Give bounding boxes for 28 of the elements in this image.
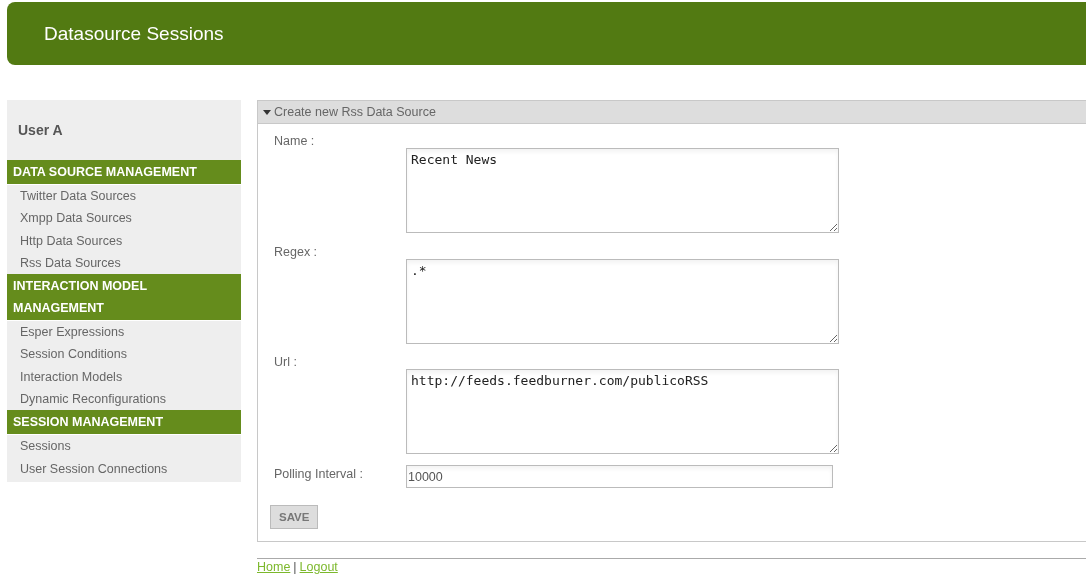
sidebar-link[interactable]: User Session Connections — [7, 457, 241, 480]
sidebar-link[interactable]: Sessions — [7, 435, 241, 458]
user-name: User A — [17, 121, 64, 140]
sidebar-link[interactable]: Xmpp Data Sources — [7, 207, 241, 230]
input-field[interactable]: 10000 — [406, 465, 833, 488]
field-label: Polling Interval : — [273, 466, 364, 483]
section-heading: DATA SOURCE MANAGEMENT — [7, 160, 241, 185]
sidebar-link[interactable]: Session Conditions — [7, 343, 241, 366]
page-title: Datasource Sessions — [44, 22, 224, 45]
panel-title: Create new Rss Data Source — [274, 105, 436, 119]
panel-header[interactable]: Create new Rss Data Source — [258, 101, 1086, 124]
field-label: Url : — [273, 355, 298, 371]
sidebar-link[interactable]: Twitter Data Sources — [7, 185, 241, 208]
sidebar-link[interactable]: Rss Data Sources — [7, 251, 241, 275]
link-separator: | — [293, 560, 297, 574]
field-label: Regex : — [273, 245, 319, 261]
text-area[interactable]: .* — [406, 259, 839, 344]
caret-icon — [263, 109, 271, 115]
field-label: Name : — [273, 134, 316, 150]
section-heading: SESSION MANAGEMENT — [7, 410, 241, 436]
sidebar-link[interactable]: Interaction Models — [7, 365, 241, 389]
sidebar-link[interactable]: Dynamic Reconfigurations — [7, 388, 241, 411]
sidebar-link[interactable]: Http Data Sources — [7, 229, 241, 252]
section-heading: INTERACTION MODEL MANAGEMENT — [7, 274, 241, 322]
sidebar-link[interactable]: Esper Expressions — [7, 321, 241, 344]
text-area[interactable]: Recent News — [406, 148, 839, 233]
save-button[interactable]: SAVE — [270, 505, 319, 529]
text-area[interactable]: http://feeds.feedburner.com/publicoRSS — [406, 369, 839, 454]
